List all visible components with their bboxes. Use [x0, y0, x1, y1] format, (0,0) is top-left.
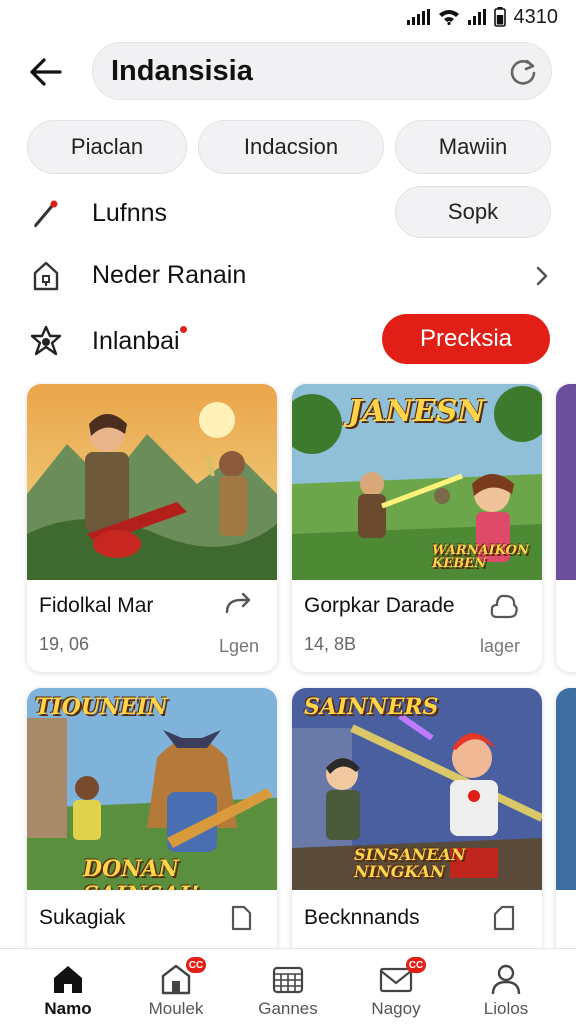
star-badge-icon — [28, 324, 64, 360]
chip-piaclan[interactable]: Piaclan — [27, 120, 187, 174]
nav-item-namo[interactable]: Namo — [20, 949, 116, 1024]
card-artwork: SAINNERS SINSANEAN NINGKAN — [292, 688, 542, 890]
nav-item-liolos[interactable]: Liolos — [458, 949, 554, 1024]
signal-icon — [406, 9, 430, 25]
game-card[interactable]: Fidolkal Mar 19, 06 Lgen — [27, 384, 277, 672]
back-arrow-icon — [30, 58, 62, 86]
card-title: Fidolkal Mar — [39, 594, 154, 617]
home-lock-icon — [28, 258, 64, 294]
card-artwork: TIOUNEIN DONAN SAINSAI! — [27, 688, 277, 890]
art-title: TIOUNEIN — [35, 694, 168, 720]
card-tag: lager — [480, 636, 521, 656]
nav-label-nagoy: Nagoy — [371, 999, 421, 1018]
notification-dot — [180, 326, 187, 333]
refresh-button[interactable] — [507, 56, 539, 88]
card-artwork — [27, 384, 277, 580]
bookmark-button[interactable] — [225, 902, 257, 934]
art-title: SAINNERS — [304, 694, 439, 720]
nav-badge: CC — [406, 957, 426, 973]
search-query: Indansisia — [111, 54, 253, 87]
game-card-peek[interactable] — [556, 384, 576, 672]
game-card[interactable]: TIOUNEIN DONAN SAINSAI! Sukagiak — [27, 688, 277, 968]
card-title: Sukagiak — [39, 906, 126, 929]
row-neder-ranain[interactable]: Neder Ranain — [0, 248, 576, 304]
nav-item-gannes[interactable]: Gannes — [240, 949, 336, 1024]
card-meta: 19, 06 — [39, 634, 90, 654]
row-lufnns-label: Lufnns — [92, 199, 168, 227]
art-subtitle: SINSANEAN NINGKAN — [354, 845, 466, 881]
search-input[interactable]: Indansisia — [92, 42, 552, 100]
row-inlanbai[interactable]: Inlanbai Precksia — [0, 314, 576, 370]
signal-icon-2 — [467, 9, 486, 25]
chevron-right-icon — [536, 266, 548, 286]
chip-indacsion[interactable]: Indacsion — [198, 120, 384, 174]
cloud-button[interactable] — [488, 590, 520, 622]
card-artwork: JANESN WARNAIKON KEBEN — [292, 384, 542, 580]
person-icon — [488, 961, 524, 997]
share-arrow-icon — [225, 592, 251, 614]
game-card-peek[interactable] — [556, 688, 576, 968]
nav-badge: CC — [186, 957, 206, 973]
back-button[interactable] — [24, 50, 68, 94]
art-subtitle: WARNAIKON KEBEN — [432, 543, 529, 571]
sopk-button[interactable]: Sopk — [395, 186, 551, 238]
art-subtitle: DONAN SAINSAI! — [83, 856, 199, 890]
nav-item-moulek[interactable]: CC Moulek — [128, 949, 224, 1024]
bookmark-icon — [231, 905, 252, 931]
nav-label-namo: Namo — [44, 999, 92, 1018]
grid-icon — [270, 961, 306, 997]
game-card[interactable]: SAINNERS SINSANEAN NINGKAN Becknnands — [292, 688, 542, 968]
precksia-button[interactable]: Precksia — [382, 314, 550, 364]
card-title: Gorpkar Darade — [304, 594, 455, 617]
row-neder-label: Neder Ranain — [92, 261, 247, 289]
card-artwork — [556, 688, 576, 890]
card-meta: 14, 8B — [304, 634, 357, 654]
nav-label-moulek: Moulek — [148, 999, 204, 1018]
share-button[interactable] — [223, 590, 255, 622]
tag-icon — [493, 905, 515, 931]
card-tag: Lgen — [219, 636, 260, 656]
status-time: 4310 — [513, 5, 559, 28]
filter-chips: Piaclan Indacsion Mawiin — [0, 120, 576, 176]
card-artwork — [556, 384, 576, 580]
refresh-icon — [510, 59, 536, 85]
card-title: Becknnands — [304, 906, 420, 929]
battery-icon — [493, 7, 506, 27]
art-title: JANESN — [348, 394, 485, 429]
wifi-icon — [438, 10, 459, 25]
nav-label-gannes: Gannes — [258, 999, 318, 1018]
row-lufnns[interactable]: Lufnns Sopk — [0, 186, 576, 242]
nav-item-nagoy[interactable]: CC Nagoy — [348, 949, 444, 1024]
cloud-icon — [490, 594, 518, 619]
pencil-icon — [28, 196, 64, 232]
tag-button[interactable] — [488, 902, 520, 934]
game-card[interactable]: JANESN WARNAIKON KEBEN Gorpkar Darade 14… — [292, 384, 542, 672]
chip-mawiin[interactable]: Mawiin — [395, 120, 551, 174]
row-inlanbai-label: Inlanbai — [92, 327, 180, 355]
search-header: Indansisia — [0, 42, 576, 102]
nav-label-liolos: Liolos — [483, 999, 529, 1018]
bottom-navigation: Namo CC Moulek Gannes CC Nagoy Liolos — [0, 948, 576, 1024]
home-icon — [50, 961, 86, 997]
status-bar: 4310 — [0, 0, 576, 34]
